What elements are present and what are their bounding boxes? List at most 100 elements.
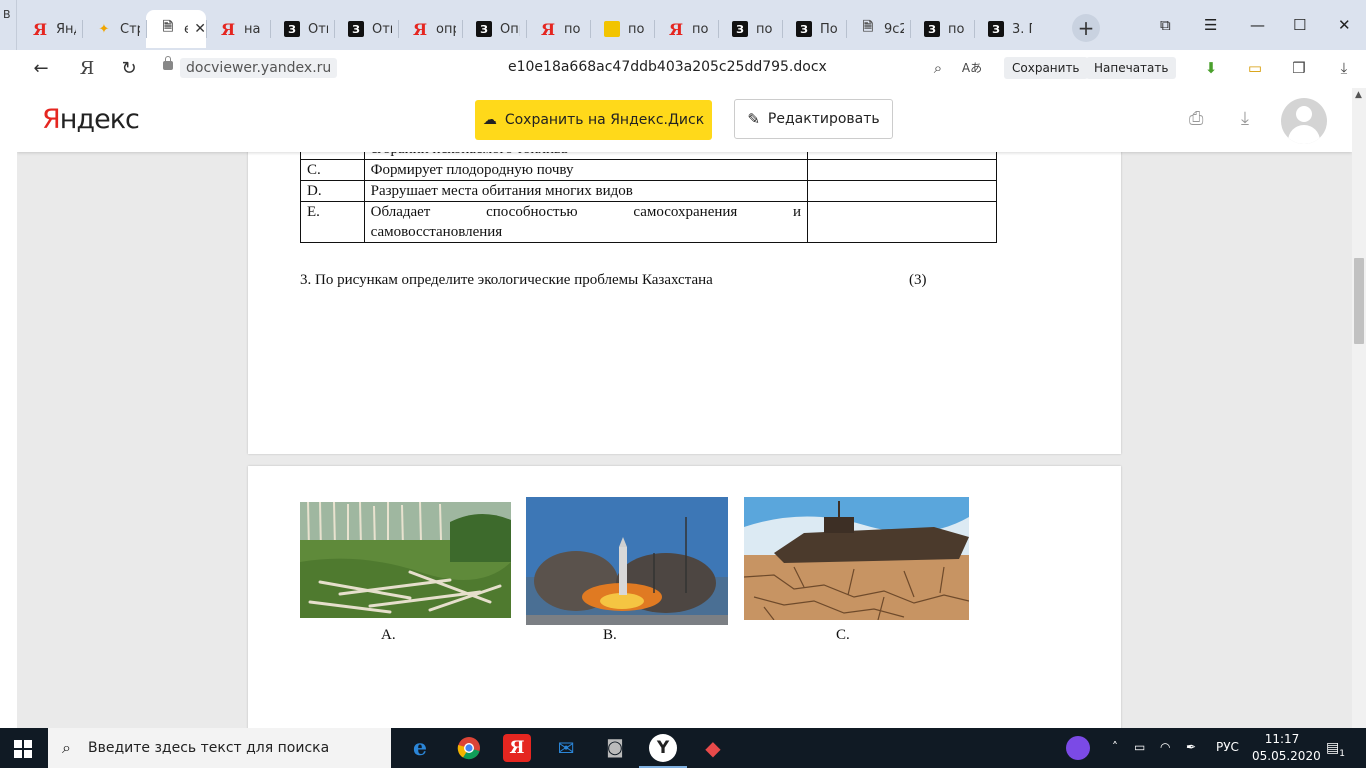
camera-icon[interactable]: ◙	[601, 734, 629, 762]
tab-label: опр	[436, 21, 456, 37]
zoom-icon[interactable]: ⌕	[927, 57, 949, 79]
download-extension-icon[interactable]: ⬇	[1200, 57, 1222, 79]
yandex-logo[interactable]: Яндекс	[42, 104, 140, 135]
close-window-icon[interactable]: ✕	[1338, 16, 1351, 34]
tab[interactable]: Япо	[654, 10, 718, 48]
yandex-home-icon[interactable]: Я	[74, 56, 100, 82]
table-row: E. Обладает способностью самосохранения …	[300, 201, 997, 243]
tab-label: по	[948, 21, 965, 37]
row-text: Обладает способностью самосохранения и с…	[363, 201, 809, 243]
minimize-icon[interactable]: —	[1250, 16, 1265, 34]
photo-rocket-launch	[526, 497, 728, 625]
tab[interactable]: Зпо	[910, 10, 974, 48]
row-text: Разрушает места обитания многих видов	[363, 180, 809, 202]
pencil-icon: ✎	[747, 110, 760, 128]
tab-label: По	[820, 21, 838, 37]
tab-label: Отв	[308, 21, 328, 37]
tab[interactable]: З Опр	[462, 10, 526, 48]
tray-battery-icon[interactable]: ▭	[1134, 740, 1145, 754]
vertical-scrollbar[interactable]: ▲	[1352, 88, 1366, 728]
save-to-disk-button[interactable]: ☁ Сохранить на Яндекс.Диск	[475, 100, 712, 140]
tab-manager-icon[interactable]: ⧉	[1160, 16, 1171, 34]
clock[interactable]: 11:17 05.05.2020	[1252, 731, 1321, 765]
language-indicator[interactable]: РУС	[1216, 740, 1239, 754]
row-text: Формирует плодородную почву	[363, 159, 809, 181]
tab[interactable]: Я Янд	[18, 10, 82, 48]
notifications-icon[interactable]: ▤1	[1326, 740, 1345, 759]
tab[interactable]: З По	[782, 10, 846, 48]
word: самосохранения	[633, 204, 738, 220]
downloads-icon[interactable]: ⤓	[1333, 57, 1355, 79]
back-icon[interactable]: ←	[28, 56, 54, 82]
yandex-browser-icon[interactable]: Y	[639, 734, 687, 768]
scroll-thumb[interactable]	[1354, 258, 1364, 344]
tab[interactable]: З Отв	[334, 10, 398, 48]
edit-label: Редактировать	[767, 111, 880, 127]
edge-icon[interactable]: e	[406, 734, 434, 762]
taskbar-search[interactable]: ⌕ Введите здесь текст для поиска	[48, 728, 391, 768]
collections-icon[interactable]: ❒	[1288, 57, 1310, 79]
tab[interactable]: по	[590, 10, 654, 48]
download-icon[interactable]: ⤓	[1241, 108, 1249, 129]
print-icon[interactable]: ⎙	[1189, 108, 1203, 129]
z-favicon-icon: З	[924, 21, 940, 37]
window-edge: B	[0, 0, 17, 50]
reload-icon[interactable]: ↻	[116, 56, 142, 82]
row-answer-cell	[807, 201, 997, 243]
tab-strip: B ЯЯнд✦Стр🗎е✕ЯнаЗОтвЗОтвЯопрЗОпрЯпопоЯпо…	[0, 0, 1366, 50]
caption-b: B.	[603, 627, 617, 643]
tab[interactable]: З Отв	[270, 10, 334, 48]
star-favicon-icon: ✦	[98, 21, 110, 37]
tab[interactable]: Зпо	[718, 10, 782, 48]
tab[interactable]: З 3. Г	[974, 10, 1038, 48]
new-tab-button[interactable]: +	[1072, 14, 1100, 42]
tab[interactable]: Яопр	[398, 10, 462, 48]
tab-label: на	[244, 21, 261, 37]
photo-deforestation	[300, 502, 511, 618]
address-bar: ← Я ↻ docviewer.yandex.ru e10e18a668ac47…	[0, 50, 1366, 89]
row-answer-cell	[807, 159, 997, 181]
tab-label: по	[756, 21, 773, 37]
lock-icon	[163, 56, 173, 70]
yandex-favicon-icon: Я	[412, 19, 428, 39]
tab-label: по	[628, 21, 645, 37]
battery-icon[interactable]: ▭	[1244, 57, 1266, 79]
row-answer-cell	[807, 180, 997, 202]
paint-drop-icon[interactable]: ◆	[699, 734, 727, 762]
wifi-icon[interactable]: ◠	[1160, 740, 1170, 754]
row-key: C.	[300, 159, 365, 181]
scroll-up-icon[interactable]: ▲	[1355, 90, 1362, 100]
tab-label: 9c2	[884, 21, 904, 37]
yandex-favicon-icon: Я	[220, 19, 236, 39]
menu-icon[interactable]: ☰	[1204, 16, 1217, 34]
print-page-button[interactable]: Напечатать	[1086, 57, 1177, 79]
tray-chevron-icon[interactable]: ˄	[1112, 740, 1118, 754]
avatar[interactable]	[1281, 98, 1327, 144]
save-page-button[interactable]: Сохранить	[1004, 57, 1088, 79]
pen-icon[interactable]: ✒	[1186, 740, 1196, 754]
search-icon: ⌕	[62, 738, 71, 757]
left-edge	[0, 88, 18, 728]
logo-first-letter: Я	[42, 104, 61, 135]
z-favicon-icon: З	[988, 21, 1004, 37]
tab-label: Янд	[56, 21, 76, 37]
edit-button[interactable]: ✎ Редактировать	[734, 99, 893, 139]
tab[interactable]: Яна	[206, 10, 270, 48]
yandex-app-icon[interactable]: Я	[503, 734, 531, 762]
translate-icon[interactable]: Aあ	[961, 57, 983, 79]
taskbar: ⌕ Введите здесь текст для поиска e Я ✉ ◙…	[0, 728, 1366, 768]
alice-icon[interactable]	[1066, 736, 1090, 760]
windows-start-icon[interactable]	[14, 740, 32, 758]
tab[interactable]: 🗎 9c2	[846, 10, 910, 48]
z-favicon-icon: З	[796, 21, 812, 37]
tab[interactable]: 🗎 е ✕	[146, 10, 206, 48]
tab-label: Стр	[120, 21, 140, 37]
tab[interactable]: Япо	[526, 10, 590, 48]
close-tab-icon[interactable]: ✕	[194, 21, 206, 37]
mail-icon[interactable]: ✉	[552, 734, 580, 762]
chrome-icon[interactable]	[455, 734, 483, 762]
maximize-icon[interactable]: ☐	[1293, 16, 1306, 34]
tab[interactable]: ✦ Стр	[82, 10, 146, 48]
url-domain[interactable]: docviewer.yandex.ru	[180, 58, 338, 78]
doc-favicon-icon: 🗎	[162, 19, 174, 34]
